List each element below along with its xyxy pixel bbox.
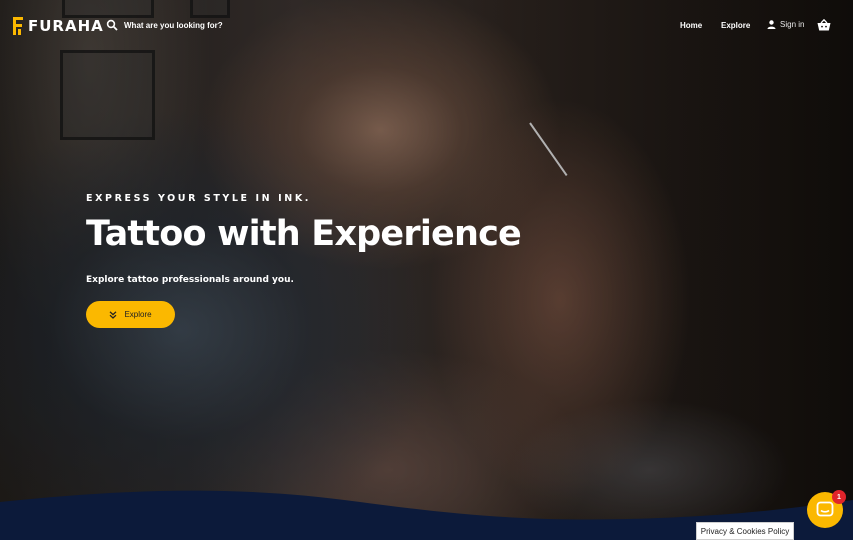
hero-overlay <box>0 0 853 540</box>
double-chevron-down-icon <box>109 310 117 319</box>
user-icon <box>767 20 776 29</box>
privacy-policy-link[interactable]: Privacy & Cookies Policy <box>696 522 794 540</box>
top-navbar: FURAHA Home Explore Sign in <box>0 0 853 52</box>
search-bar <box>106 19 274 31</box>
hero-subline: Explore tattoo professionals around you. <box>86 275 294 285</box>
brand-logo[interactable]: FURAHA <box>11 15 104 37</box>
signin-label: Sign in <box>780 20 805 29</box>
hero-background <box>0 0 853 540</box>
explore-button-label: Explore <box>124 310 152 319</box>
nav-home-link[interactable]: Home <box>680 21 702 30</box>
brand-name: FURAHA <box>28 17 104 35</box>
signin-link[interactable]: Sign in <box>767 20 804 29</box>
search-input[interactable] <box>124 20 274 30</box>
search-icon[interactable] <box>106 19 118 31</box>
explore-button[interactable]: Explore <box>86 301 175 328</box>
basket-icon[interactable] <box>817 19 831 31</box>
nav-explore-link[interactable]: Explore <box>721 21 750 30</box>
chat-icon <box>816 501 834 517</box>
hero-headline: Tattoo with Experience <box>86 214 522 254</box>
logo-icon <box>13 17 23 35</box>
chat-notification-badge: 1 <box>832 490 846 504</box>
hero-eyebrow: EXPRESS YOUR STYLE IN INK. <box>86 193 311 204</box>
